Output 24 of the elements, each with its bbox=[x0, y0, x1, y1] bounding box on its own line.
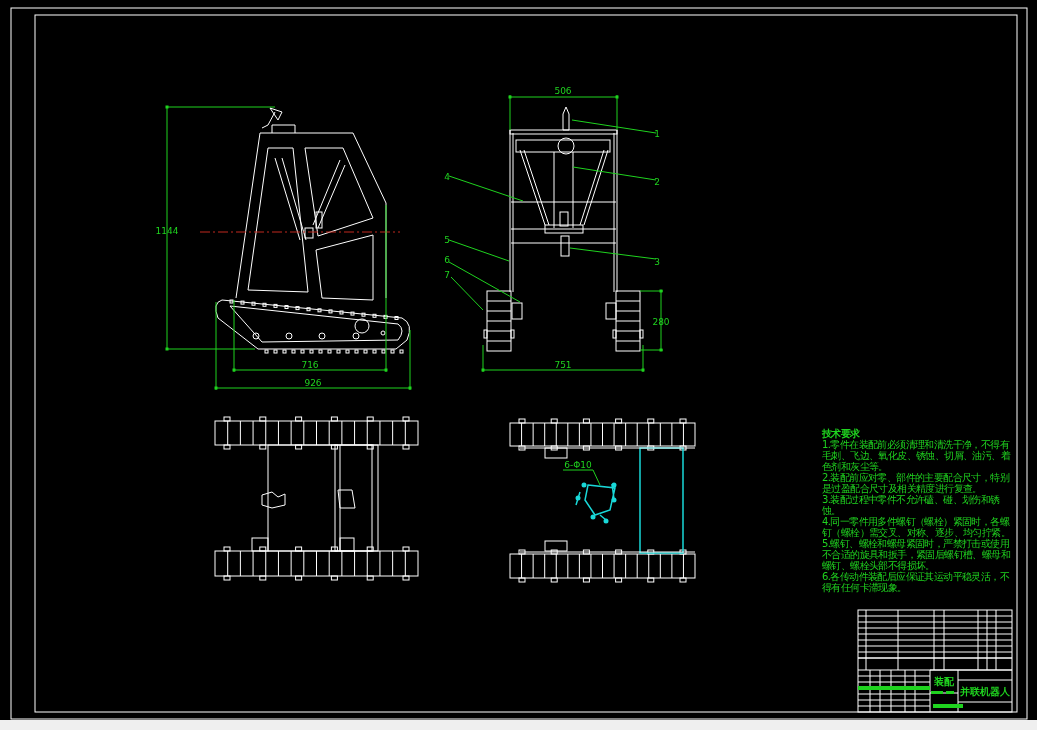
part-number: 7 bbox=[444, 270, 450, 280]
requirements-title: 技术要求 bbox=[822, 428, 861, 439]
dimension-text: 926 bbox=[304, 378, 322, 388]
hole-label: 6-Φ10 bbox=[564, 460, 592, 470]
requirement-text: 1.零件在装配前必须清理和清洗干净，不得有毛刺、飞边、氧化皮、锈蚀、切屑、油污、着色剂和灰尘等。 bbox=[822, 439, 1012, 472]
part-number: 6 bbox=[444, 255, 450, 265]
dimension-text: 506 bbox=[554, 86, 572, 96]
requirement-text: 5.螺钉、螺栓和螺母紧固时，严禁打击或使用不合适的旋具和扳手，紧固后螺钉槽、螺母和螺钉、螺栓头部不得损坏。 bbox=[822, 538, 1011, 571]
part-number: 1 bbox=[654, 129, 660, 139]
drawing-name: 并联机器人 bbox=[960, 686, 1010, 697]
leader-line bbox=[562, 469, 601, 486]
requirement-text: 3.装配过程中零件不允许磕、碰、划伤和锈蚀。 bbox=[822, 494, 1001, 516]
part-number: 5 bbox=[444, 235, 450, 245]
dimension-text: 751 bbox=[554, 360, 572, 370]
dimension-text: 280 bbox=[652, 317, 670, 327]
dimension-text: 1144 bbox=[155, 226, 179, 236]
dimension-text: 716 bbox=[301, 360, 319, 370]
part-number: 4 bbox=[444, 172, 450, 182]
requirement-text: 6.各传动件装配后应保证其运动平稳灵活，不得有任何卡滞现象。 bbox=[822, 571, 1010, 593]
requirement-text: 4.同一零件用多件螺钉（螺栓）紧固时，各螺钉（螺栓）需交叉、对称、逐步、均匀拧紧。 bbox=[822, 516, 1011, 538]
requirement-text: 2.装配前应对零、部件的主要配合尺寸，特别是过盈配合尺寸及相关精度进行复查。 bbox=[822, 472, 1011, 494]
drawing-type: 装配 bbox=[934, 676, 954, 687]
part-number: 3 bbox=[654, 257, 660, 267]
part-number: 2 bbox=[654, 177, 660, 187]
